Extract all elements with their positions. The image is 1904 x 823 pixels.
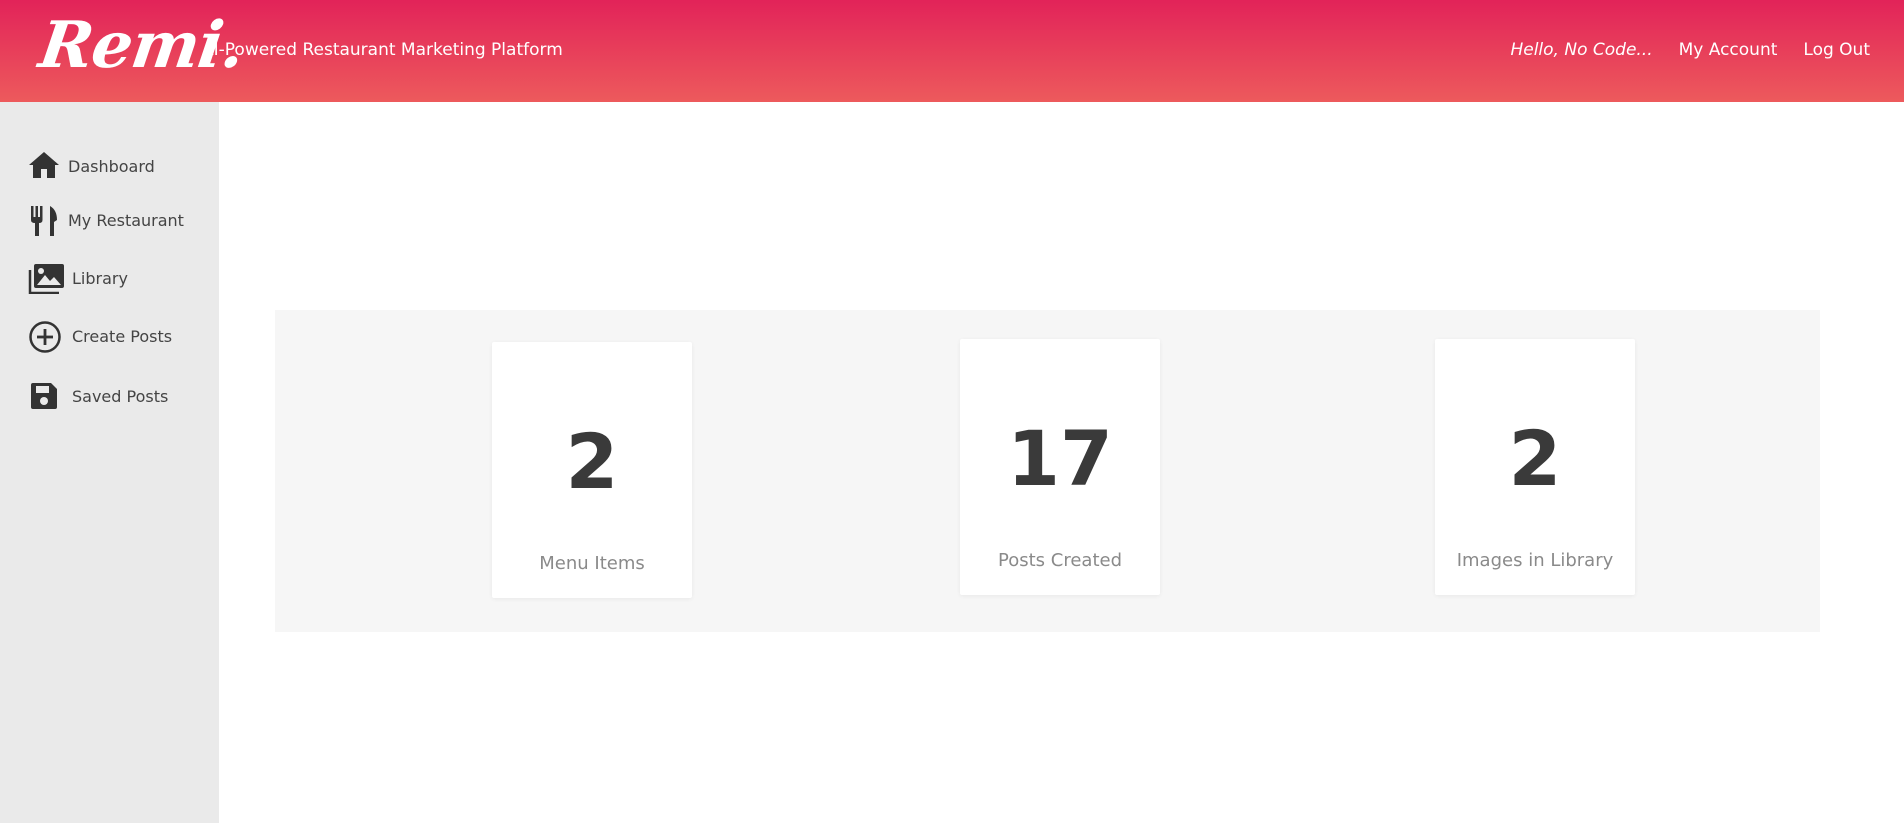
- sidebar-item-create-posts[interactable]: Create Posts: [28, 320, 173, 353]
- top-header: Remi. AI-Powered Restaurant Marketing Pl…: [0, 0, 1904, 102]
- images-icon: [28, 262, 68, 294]
- sidebar-item-label: Create Posts: [72, 326, 173, 346]
- sidebar-item-saved-posts[interactable]: Saved Posts: [28, 380, 168, 412]
- my-account-link[interactable]: My Account: [1679, 39, 1778, 61]
- stat-card-images-in-library: 2 Images in Library: [1435, 339, 1635, 595]
- stat-card-menu-items: 2 Menu Items: [492, 342, 692, 598]
- user-greeting: Hello, No Code...: [1510, 40, 1653, 60]
- stat-value: 17: [1007, 414, 1113, 503]
- tagline: AI-Powered Restaurant Marketing Platform: [202, 40, 563, 60]
- sidebar-item-label: My Restaurant: [68, 210, 184, 230]
- sidebar-item-library[interactable]: Library: [28, 262, 128, 294]
- log-out-link[interactable]: Log Out: [1803, 39, 1870, 61]
- home-icon: [28, 150, 64, 182]
- header-user-menu: Hello, No Code... My Account Log Out: [1510, 39, 1870, 61]
- floppy-disk-icon: [28, 380, 68, 412]
- stat-card-posts-created: 17 Posts Created: [960, 339, 1160, 595]
- sidebar-item-my-restaurant[interactable]: My Restaurant: [28, 204, 184, 236]
- plus-circle-icon: [28, 320, 68, 353]
- stat-value: 2: [565, 417, 619, 506]
- stat-value: 2: [1508, 414, 1562, 503]
- dashboard-stats-panel: 2 Menu Items 17 Posts Created 2 Images i…: [275, 310, 1820, 632]
- sidebar-item-label: Library: [72, 268, 128, 288]
- sidebar: Dashboard My Restaurant Library Create P…: [0, 102, 219, 823]
- utensils-icon: [28, 204, 64, 236]
- sidebar-item-label: Saved Posts: [72, 386, 169, 406]
- stat-label: Posts Created: [998, 550, 1122, 571]
- sidebar-item-dashboard[interactable]: Dashboard: [28, 150, 155, 182]
- stat-label: Menu Items: [539, 553, 645, 574]
- stat-label: Images in Library: [1456, 550, 1614, 571]
- sidebar-item-label: Dashboard: [68, 156, 155, 176]
